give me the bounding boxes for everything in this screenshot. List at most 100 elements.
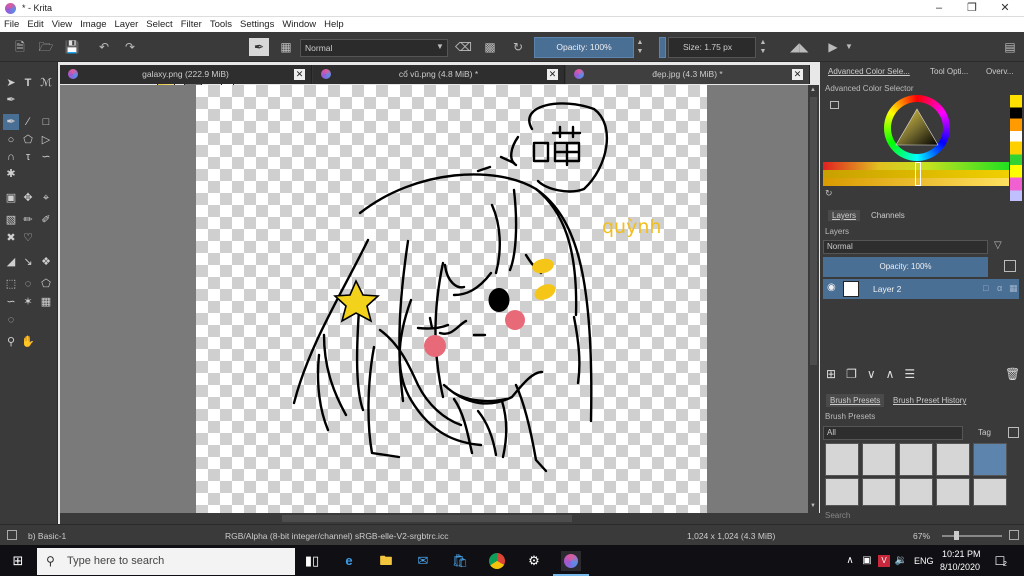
preserve-alpha-icon[interactable]: ▩: [482, 38, 498, 56]
color-history-strip[interactable]: [1010, 95, 1022, 201]
minimize-button[interactable]: –: [922, 0, 956, 17]
menu-filter[interactable]: Filter: [177, 17, 206, 30]
vertical-scrollbar[interactable]: ▲ ▼: [808, 85, 819, 513]
horizontal-scroll-thumb[interactable]: [282, 515, 572, 522]
taskbar-search-input[interactable]: ⚲ Type here to search: [37, 548, 295, 575]
line-tool-icon[interactable]: ∕: [20, 114, 36, 130]
text-tool-icon[interactable]: T: [20, 75, 36, 91]
language-indicator[interactable]: ENG: [914, 556, 934, 566]
tab-co-vu[interactable]: cổ vũ.png (4.8 MiB) * ✕: [313, 65, 565, 84]
mirror-dropdown-icon[interactable]: ▼: [844, 38, 854, 56]
close-tab-icon[interactable]: ✕: [294, 69, 305, 80]
color-wheel[interactable]: [884, 95, 950, 161]
canvas-only-icon[interactable]: [1009, 530, 1019, 540]
windows-start-icon[interactable]: ⊞: [8, 551, 28, 571]
transform-tool-icon[interactable]: ▣: [3, 190, 19, 206]
brush-preset-5[interactable]: [973, 443, 1007, 476]
brush-preset-8[interactable]: [899, 478, 933, 506]
maximize-button[interactable]: ❐: [955, 0, 989, 17]
scroll-down-icon[interactable]: ▼: [810, 503, 816, 509]
opacity-stepper[interactable]: ▲ ▼: [635, 38, 645, 56]
brush-preset-3[interactable]: [899, 443, 933, 476]
assistant-tool-icon[interactable]: ✖: [3, 230, 19, 246]
layer-name[interactable]: Layer 2: [873, 284, 901, 294]
ellipse-tool-icon[interactable]: ○: [3, 132, 19, 148]
layer-filter-icon[interactable]: ▽: [994, 240, 1002, 251]
brush-preset-10[interactable]: [973, 478, 1007, 506]
tab-layers[interactable]: Layers: [828, 210, 861, 221]
image-dimensions[interactable]: 1,024 x 1,024 (4.3 MiB): [687, 531, 775, 541]
krita-taskbar-icon[interactable]: [561, 551, 581, 571]
undo-icon[interactable]: ↶: [96, 38, 112, 56]
move-up-icon[interactable]: ∧: [886, 367, 895, 381]
mail-icon[interactable]: ✉: [413, 551, 433, 571]
zoom-slider[interactable]: [942, 535, 1002, 537]
size-slider[interactable]: Size: 1.75 px: [668, 37, 756, 58]
edit-shapes-icon[interactable]: ✒: [3, 92, 19, 108]
smart-patch-icon[interactable]: ✐: [38, 212, 54, 228]
canvas-area[interactable]: quỳnh: [60, 85, 808, 513]
tab-overview[interactable]: Overv...: [986, 67, 1013, 76]
brush-search-input[interactable]: Search: [825, 511, 850, 520]
dynamic-brush-icon[interactable]: ∽: [38, 149, 54, 165]
polygon-tool-icon[interactable]: ⬠: [20, 132, 36, 148]
brush-preset-4[interactable]: [936, 443, 970, 476]
bezier-select-icon[interactable]: ◌: [3, 312, 19, 328]
file-explorer-icon[interactable]: 🖿: [376, 551, 396, 571]
zoom-tool-icon[interactable]: ⚲: [3, 334, 19, 350]
rect-select-icon[interactable]: ⬚: [3, 276, 19, 292]
rectangle-tool-icon[interactable]: □: [38, 114, 54, 130]
calligraphy-icon[interactable]: ℳ: [38, 75, 54, 91]
freehand-path-icon[interactable]: τ: [20, 149, 36, 165]
menu-view[interactable]: View: [48, 17, 76, 30]
contiguous-select-icon[interactable]: ✶: [20, 294, 36, 310]
freehand-brush-icon[interactable]: ✒: [3, 114, 19, 130]
settings-gear-icon[interactable]: ⚙: [524, 551, 544, 571]
color-picker-icon[interactable]: ✏: [20, 212, 36, 228]
tab-channels[interactable]: Channels: [871, 211, 905, 220]
pan-tool-icon[interactable]: ✋: [20, 334, 36, 350]
polygon-select-icon[interactable]: ⬠: [38, 276, 54, 292]
ruler-tool-icon[interactable]: ↘: [20, 254, 36, 270]
layer-alpha-icon[interactable]: α: [997, 283, 1002, 293]
mirror-horizontal-icon[interactable]: ◢◣: [790, 38, 808, 56]
move-tool-icon[interactable]: ✥: [20, 190, 36, 206]
close-tab-icon[interactable]: ✕: [792, 69, 803, 80]
brush-preset-1[interactable]: [825, 443, 859, 476]
duplicate-layer-icon[interactable]: ❐: [846, 367, 857, 381]
open-folder-icon[interactable]: 🗁: [38, 38, 54, 56]
visibility-eye-icon[interactable]: ◉: [827, 282, 836, 293]
volume-icon[interactable]: 🔉: [891, 551, 911, 571]
layer-lock-icon[interactable]: □: [983, 283, 988, 293]
multibrush-icon[interactable]: ✱: [3, 166, 19, 182]
notifications-icon[interactable]: ☐: [990, 551, 1010, 571]
menu-select[interactable]: Select: [142, 17, 176, 30]
freehand-select-icon[interactable]: ∽: [3, 294, 19, 310]
edge-icon[interactable]: e: [339, 551, 359, 571]
brush-preset-icon[interactable]: ✒: [249, 38, 269, 56]
menu-image[interactable]: Image: [76, 17, 110, 30]
close-button[interactable]: ✕: [988, 0, 1022, 17]
reload-preset-icon[interactable]: ↻: [510, 38, 526, 56]
layer-row[interactable]: ◉ Layer 2 □ α ▦: [823, 279, 1019, 299]
delete-layer-icon[interactable]: 🗑: [1005, 367, 1020, 381]
layer-properties-icon[interactable]: ☰: [904, 367, 915, 381]
menu-tools[interactable]: Tools: [206, 17, 236, 30]
brush-filter-select[interactable]: All: [823, 426, 963, 440]
layer-opacity-slider[interactable]: Opacity: 100%: [823, 257, 988, 277]
menu-layer[interactable]: Layer: [111, 17, 143, 30]
task-view-icon[interactable]: ▮▯: [302, 551, 322, 571]
zoom-slider-handle[interactable]: [954, 531, 959, 540]
clock-date[interactable]: 8/10/2020: [940, 562, 980, 572]
gradient-tool-icon[interactable]: ▧: [3, 212, 19, 228]
save-icon[interactable]: 💾: [64, 38, 80, 56]
ellipse-select-icon[interactable]: ◌: [20, 276, 36, 292]
color-triangle[interactable]: [894, 107, 940, 147]
menu-help[interactable]: Help: [320, 17, 348, 30]
vertical-scroll-thumb[interactable]: [810, 97, 817, 365]
store-icon[interactable]: 🛍: [450, 551, 470, 571]
tab-galaxy[interactable]: galaxy.png (222.9 MiB) ✕: [60, 65, 312, 84]
blend-mode-select[interactable]: Normal: [300, 39, 448, 57]
tab-brush-presets[interactable]: Brush Presets: [826, 394, 885, 407]
layer-blend-select[interactable]: Normal: [823, 240, 988, 254]
